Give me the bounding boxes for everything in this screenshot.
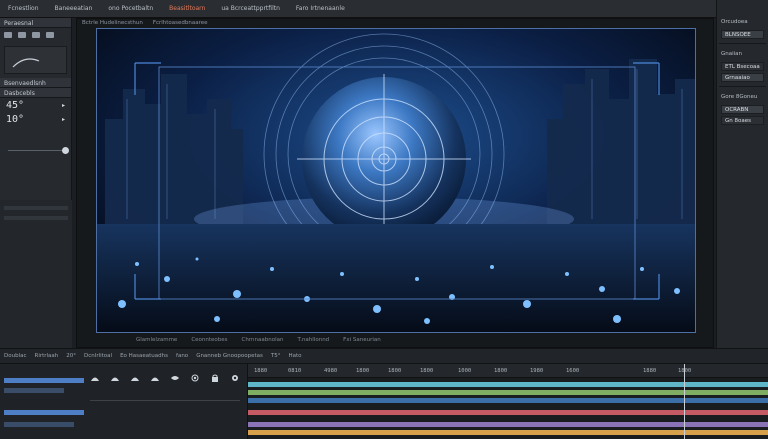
slider-track[interactable] [8,150,66,151]
menu-item[interactable]: ua Bcrceattpprtfiltn [213,5,288,12]
section-title: Bsenvaedlsnh [0,78,71,88]
scene-image [97,29,695,332]
ruler-tick-label: 1800 [420,368,434,374]
ruler-tick-label: 1980 [530,368,544,374]
layer-divider [90,400,240,401]
divider [719,86,766,87]
ruler-tick-label: 1800 [356,368,370,374]
status-item: Chrnnaabnolan [241,337,284,343]
tool-row [0,28,71,42]
composition-canvas[interactable] [96,28,696,333]
timeline-ruler[interactable]: 1880 0810 4980 1800 1800 1800 1000 1800 … [248,364,768,378]
menu-item[interactable]: Fcnestlion [0,5,47,12]
layer-bar[interactable] [4,422,74,427]
menu-item[interactable]: Faro Irtnenaanle [288,5,353,12]
ruler-tick-label: 1000 [458,368,472,374]
keyframe-icon[interactable] [110,374,120,382]
placeholder-bar [4,216,68,220]
track-lane[interactable] [248,382,768,387]
right-properties-panel: Orcudoea BLNSOEE Gnaiian ETL Bsecoaa Grn… [716,0,768,348]
transport-item[interactable]: fano [176,353,188,359]
ruler-tick-label: 4980 [324,368,338,374]
angle-row: 45° ▸ [0,98,71,112]
layer-bar[interactable] [4,410,84,415]
panel-title: Peraesnal [0,18,71,28]
transport-item[interactable]: 20° [66,353,76,359]
track-lane[interactable] [248,430,768,435]
tool-button[interactable] [32,32,40,38]
viewer-status-bar: Glamlelzamme Ceonnteobes Chrnnaabnolan T… [96,337,696,345]
ruler-tick-label: 0810 [288,368,302,374]
solo-icon[interactable] [190,374,200,382]
transport-item[interactable]: T5° [271,353,281,359]
angle-arrow-icon[interactable]: ▸ [62,102,65,109]
angle-value[interactable]: 45° [6,100,24,111]
transport-item[interactable]: Dcnlrlitoal [84,353,112,359]
slider-knob[interactable] [62,147,69,154]
layer-bar[interactable] [4,378,84,383]
menu-item[interactable]: Baneeeatian [47,5,101,12]
gear-icon[interactable] [230,374,240,382]
transport-item[interactable]: Eo Hasaeatuadhs [120,353,168,359]
viewer-tab[interactable]: Bctrle Hudelinecsthun [82,20,143,26]
keyframe-icon[interactable] [90,374,100,382]
tool-button[interactable] [4,32,12,38]
angle-row: 10° ▸ [0,112,71,126]
lock-icon[interactable] [210,374,220,382]
keyframe-icon[interactable] [150,374,160,382]
viewer-tabs: Bctrle Hudelinecsthun Fcrlhtoasedbnaaree [76,18,714,28]
menu-item[interactable]: Beasitltoarn [161,5,213,12]
playhead-marker[interactable] [684,364,685,439]
panel-title: Orcudoea [721,19,748,25]
tool-button[interactable] [18,32,26,38]
keyframe-icon[interactable] [130,374,140,382]
viewer-tab[interactable]: Fcrlhtoasedbnaaree [153,20,208,26]
transport-bar: Doublac Rirtrlaah 20° Dcnlrlitoal Eo Has… [0,348,768,364]
eye-icon[interactable] [170,374,180,382]
curve-graph[interactable] [4,46,67,74]
placeholder-bar [4,206,68,210]
menu-bar: Fcnestlion Baneeeatian ono Pocetbaltn Be… [0,0,768,18]
ruler-tick-label: 1800 [494,368,508,374]
tool-button[interactable] [46,32,54,38]
property-field[interactable]: BLNSOEE [721,30,764,39]
track-lane[interactable] [248,398,768,403]
status-item: Ceonnteobes [191,337,228,343]
property-field[interactable]: ETL Bsecoaa [721,62,764,71]
ruler-tick-label: 1880 [643,368,657,374]
status-item: T.nahllonnd [297,337,330,343]
ruler-tick-label: 1600 [566,368,580,374]
section-label: Gore 8Goneu [721,94,758,100]
track-lane[interactable] [248,390,768,395]
left-lower-panel [0,200,72,348]
property-field[interactable]: Grnaaiao [721,73,764,82]
divider [719,43,766,44]
menu-item[interactable]: ono Pocetbaltn [100,5,161,12]
angle-arrow-icon[interactable]: ▸ [62,116,65,123]
transport-item[interactable]: Hato [288,353,301,359]
section-title: Dasbcebls [0,88,71,98]
status-item: Fxi Saneurian [343,337,381,343]
transport-item[interactable]: Gnanneb Gnoopoopetas [196,353,263,359]
layer-bar[interactable] [4,388,64,393]
track-lane[interactable] [248,422,768,427]
track-lane[interactable] [248,410,768,415]
transport-item[interactable]: Rirtrlaah [35,353,59,359]
layer-controls [90,374,240,382]
ruler-tick-label: 1800 [388,368,402,374]
property-field[interactable]: OCRABN [721,105,764,114]
angle-value[interactable]: 10° [6,114,24,125]
section-label: Gnaiian [721,51,743,57]
transport-item[interactable]: Doublac [4,353,27,359]
curve-icon [12,58,40,68]
status-item: Glamlelzamme [136,337,178,343]
property-field[interactable]: Gn 8oaes [721,116,764,125]
ruler-tick-label: 1880 [254,368,268,374]
